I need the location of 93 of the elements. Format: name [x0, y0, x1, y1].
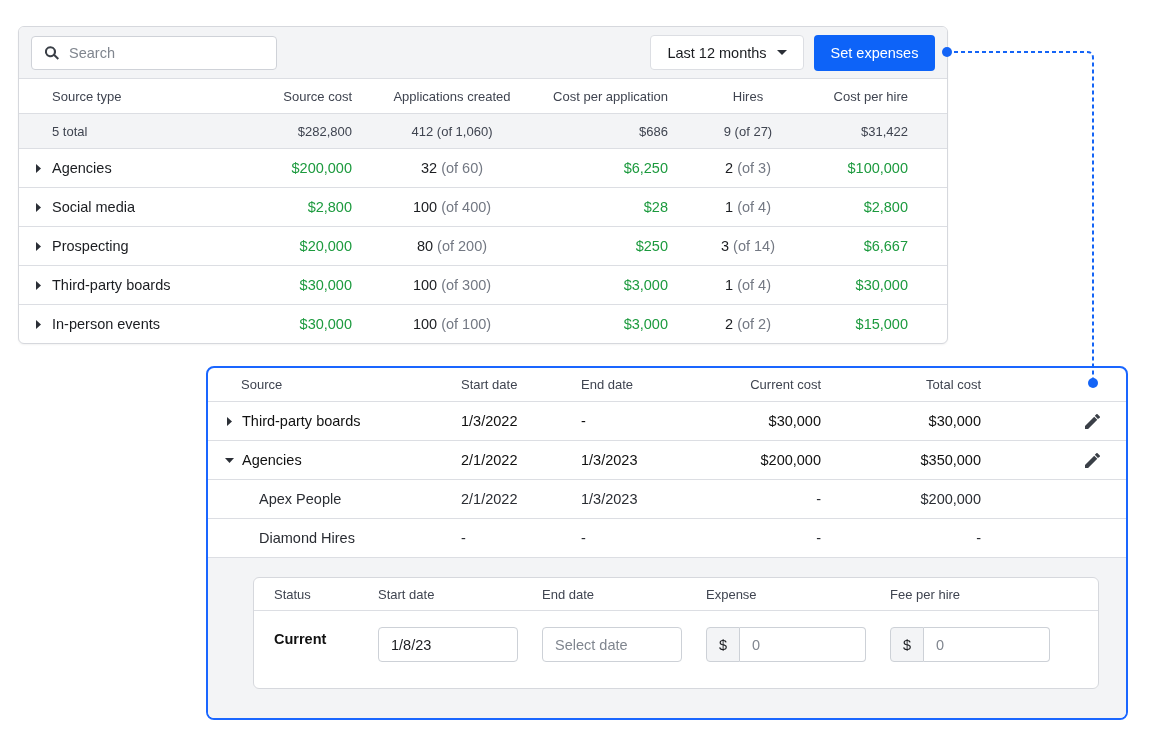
table-cell-text: 2/1/2022: [461, 491, 519, 507]
table-cell-text: $100,000: [846, 160, 908, 176]
source-name[interactable]: Third-party boards: [52, 277, 171, 293]
table-cell-text: 100 (of 400): [411, 199, 493, 215]
table-cell-text: $30,000: [767, 413, 821, 429]
column-header: Cost per application: [552, 88, 669, 104]
table-cell-text: $250: [634, 238, 669, 254]
table-cell-text: $30,000: [927, 413, 981, 429]
source-name[interactable]: Prospecting: [52, 238, 129, 254]
currency-prefix: $: [890, 627, 924, 662]
table-cell-text: $200,000: [290, 160, 352, 176]
column-header: Cost per hire: [832, 88, 908, 104]
column-header: Hires: [731, 88, 765, 104]
column-header: Total cost: [925, 377, 981, 392]
column-header: Fee per hire: [890, 586, 962, 602]
caret-icon[interactable]: [36, 319, 41, 329]
set-expenses-button[interactable]: Set expenses: [814, 34, 935, 71]
table-cell-text: $30,000: [298, 277, 352, 293]
table-cell-text: 2 (of 2): [724, 316, 772, 332]
table-cell-text: -: [581, 413, 587, 429]
table-cell-text: $2,800: [862, 199, 908, 215]
source-name[interactable]: Agencies: [52, 160, 112, 176]
pencil-icon[interactable]: [1085, 413, 1100, 429]
table-cell-text: $200,000: [759, 452, 821, 468]
caret-icon[interactable]: [36, 202, 41, 212]
end-date-field[interactable]: Select date: [542, 627, 682, 662]
column-header: Status: [274, 586, 312, 602]
caret-icon[interactable]: [36, 163, 41, 173]
table-cell-text: 1/3/2023: [581, 491, 639, 507]
table-cell-text: 3 (of 14): [720, 238, 776, 254]
table-cell-text: $350,000: [919, 452, 981, 468]
table-cell-text: 32 (of 60): [419, 160, 485, 176]
column-header: Source cost: [282, 88, 352, 104]
source-name[interactable]: Diamond Hires: [208, 530, 461, 546]
caret-icon[interactable]: [227, 416, 232, 426]
table-cell-text: 100 (of 100): [411, 316, 493, 332]
period-dropdown[interactable]: Last 12 months: [650, 35, 804, 70]
column-header: Current cost: [749, 377, 821, 392]
search-icon: [45, 45, 59, 60]
table-cell-text: -: [815, 530, 821, 546]
table-cell-text: 1/3/2022: [461, 413, 519, 429]
source-name[interactable]: In-person events: [52, 316, 160, 332]
table-cell-text: $31,422: [860, 123, 908, 139]
expense-field[interactable]: 0: [740, 627, 866, 662]
table-cell-text: -: [815, 491, 821, 507]
table-cell-text: 100 (of 300): [411, 277, 493, 293]
table-cell-text: 5 total: [51, 123, 89, 139]
table-cell-text: $30,000: [854, 277, 908, 293]
source-name[interactable]: Social media: [52, 199, 135, 215]
table-cell-text: $2,800: [306, 199, 352, 215]
table-cell-text: 412 (of 1,060): [410, 123, 494, 139]
currency-prefix: $: [706, 627, 740, 662]
fee-per-hire-field[interactable]: 0: [924, 627, 1050, 662]
source-name[interactable]: Apex People: [208, 491, 461, 507]
caret-icon[interactable]: [36, 241, 41, 251]
table-cell-text: $3,000: [622, 277, 669, 293]
table-cell-text: 1/3/2023: [581, 452, 639, 468]
caret-down-icon: [776, 50, 787, 55]
table-cell-text: 1 (of 4): [724, 199, 772, 215]
table-cell-text: $6,250: [622, 160, 669, 176]
table-cell-text: 2/1/2022: [461, 452, 519, 468]
column-header: End date: [542, 586, 596, 602]
table-cell-text: $20,000: [298, 238, 352, 254]
table-cell-text: $200,000: [919, 491, 981, 507]
table-cell-text: 1 (of 4): [724, 277, 772, 293]
column-header: Start date: [378, 586, 436, 602]
column-header: End date: [581, 377, 635, 392]
table-cell-text: 80 (of 200): [415, 238, 489, 254]
table-cell-text: $28: [642, 199, 669, 215]
table-cell-text: $30,000: [298, 316, 352, 332]
column-header: Start date: [461, 377, 519, 392]
source-name[interactable]: Agencies: [242, 452, 302, 468]
caret-icon[interactable]: [36, 280, 41, 290]
column-header: Applications created: [392, 88, 512, 104]
table-cell-text: -: [461, 530, 467, 546]
table-cell-text: $15,000: [854, 316, 908, 332]
search-field[interactable]: Search: [31, 35, 277, 70]
table-cell-text: $282,800: [296, 123, 352, 139]
table-cell-text: $3,000: [622, 316, 669, 332]
table-cell-text: $6,667: [862, 238, 908, 254]
table-cell-text: -: [975, 530, 981, 546]
table-cell-text: -: [581, 530, 587, 546]
start-date-field[interactable]: 1/8/23: [378, 627, 518, 662]
column-header: Expense: [706, 586, 758, 602]
source-name[interactable]: Third-party boards: [242, 413, 361, 429]
status-label: Current: [274, 630, 328, 647]
column-header: Source: [240, 377, 284, 392]
column-header: Source type: [51, 88, 123, 104]
table-cell-text: 2 (of 3): [724, 160, 772, 176]
table-cell-text: $686: [638, 123, 669, 139]
pencil-icon[interactable]: [1085, 452, 1100, 468]
table-cell-text: 9 (of 27): [722, 123, 774, 139]
caret-icon[interactable]: [225, 457, 234, 463]
